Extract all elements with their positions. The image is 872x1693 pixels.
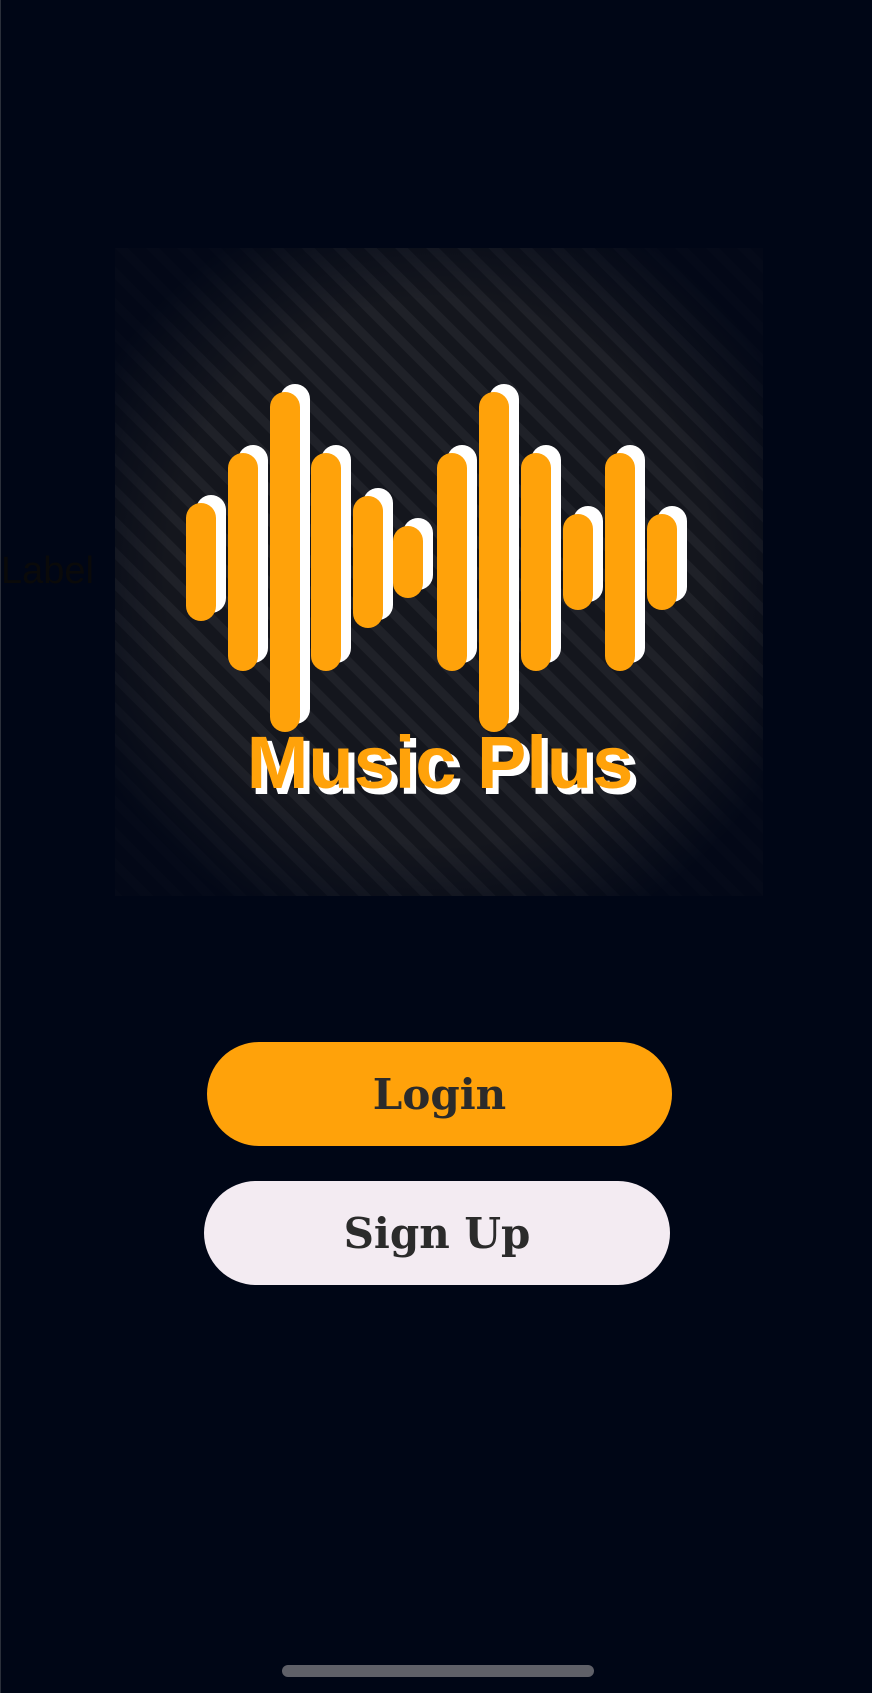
wave-bar-11	[605, 453, 635, 671]
logo-graphic: Music Plus Music Plus	[115, 248, 763, 896]
app-screen: Label Music Plus Music Plus Login Sign U…	[0, 0, 872, 1693]
wave-bar-8	[479, 392, 509, 732]
logo-brand-text: Music Plus	[247, 721, 634, 804]
wave-bar-6	[393, 526, 423, 598]
wave-bar-4	[311, 453, 341, 671]
wave-bar-2	[228, 453, 258, 671]
signup-button[interactable]: Sign Up	[204, 1181, 670, 1285]
wave-bar-10	[563, 514, 593, 610]
home-indicator[interactable]	[282, 1665, 594, 1677]
wave-bar-7	[437, 453, 467, 671]
music-plus-logo: Music Plus Music Plus	[115, 248, 763, 896]
wave-bar-9	[521, 453, 551, 671]
login-button[interactable]: Login	[207, 1042, 672, 1146]
wave-bar-12	[647, 514, 677, 610]
wave-bar-3	[270, 392, 300, 732]
placeholder-label: Label	[1, 550, 94, 592]
wave-bar-5	[353, 496, 383, 628]
wave-bar-1	[186, 503, 216, 621]
